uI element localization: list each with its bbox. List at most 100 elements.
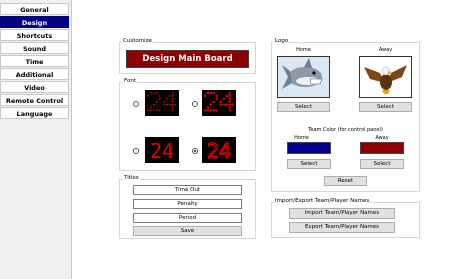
away-logo-select-button[interactable]: Select	[359, 102, 412, 112]
matrix-dot	[152, 92, 155, 94]
settings-sidebar: General Design Shortcuts Sound Time Addi…	[0, 0, 71, 279]
titles-group-label: Titles	[123, 175, 140, 181]
matrix-dot	[166, 103, 168, 106]
matrix-dot	[222, 97, 226, 101]
matrix-dot	[206, 106, 210, 109]
content-divider	[71, 0, 72, 279]
home-color-select-button[interactable]: Select	[287, 159, 331, 169]
sidebar-item-time[interactable]: Time	[0, 55, 69, 67]
matrix-dot	[168, 103, 171, 106]
matrix-dot	[171, 92, 174, 94]
title-penalty-field[interactable]: Penalty	[133, 199, 242, 209]
matrix-dot	[209, 103, 213, 106]
matrix-dot	[166, 97, 168, 100]
digits-seven-segment-icon: 24	[150, 139, 174, 163]
matrix-dot	[228, 97, 231, 101]
home-team-color-swatch	[287, 142, 331, 154]
font-sample-dot-matrix-bold[interactable]	[202, 90, 236, 116]
matrix-dot	[152, 109, 155, 112]
matrix-dot	[150, 109, 152, 112]
matrix-dot	[163, 103, 165, 106]
matrix-dot	[219, 103, 223, 106]
font-option-3-radio[interactable]	[133, 148, 139, 154]
team-color-away-label: Away	[375, 135, 389, 141]
sidebar-item-language[interactable]: Language	[0, 107, 69, 119]
font-sample-seven-segment-hollow[interactable]: 24	[202, 137, 236, 163]
matrix-dot	[155, 109, 158, 112]
logo-home-label: Home	[296, 47, 311, 53]
svg-text:24: 24	[207, 139, 231, 163]
matrix-dot	[150, 106, 152, 109]
matrix-dot	[228, 94, 231, 98]
matrix-dot	[158, 109, 161, 112]
matrix-dot	[212, 91, 215, 95]
matrix-dot	[168, 95, 171, 97]
matrix-dot	[158, 95, 161, 97]
matrix-dot	[163, 100, 165, 103]
matrix-dot	[155, 92, 158, 94]
matrix-dot	[231, 103, 234, 106]
matrix-dot	[158, 97, 161, 100]
title-timeout-field[interactable]: Time Out	[133, 185, 242, 195]
eagle-mascot-icon	[360, 57, 411, 97]
team-color-label: Team Color (for control panel)	[308, 127, 383, 133]
shark-mascot-icon	[278, 57, 329, 97]
matrix-dot	[212, 100, 215, 103]
matrix-dot	[225, 94, 229, 98]
matrix-dot	[203, 109, 207, 112]
title-period-field[interactable]: Period	[133, 213, 242, 223]
logo-group-label: Logo	[274, 38, 290, 44]
matrix-dot	[171, 106, 174, 109]
home-logo-image	[277, 56, 330, 98]
matrix-dot	[228, 100, 231, 103]
matrix-dot	[215, 94, 218, 98]
customize-group-label: Customize	[122, 38, 153, 44]
team-color-home-label: Home	[294, 135, 309, 141]
matrix-dot	[206, 109, 210, 112]
sidebar-item-remote-control[interactable]: Remote Control	[0, 94, 69, 106]
matrix-dot	[171, 103, 174, 106]
matrix-dot	[228, 91, 231, 95]
team-color-reset-button[interactable]: Reset	[324, 176, 367, 186]
matrix-dot	[171, 100, 174, 103]
matrix-dot	[215, 109, 218, 112]
matrix-dot	[150, 92, 152, 94]
sidebar-item-design[interactable]: Design	[0, 16, 69, 28]
matrix-dot	[171, 97, 174, 100]
font-group-label: Font	[123, 78, 137, 84]
titles-save-button[interactable]: Save	[133, 226, 242, 236]
font-sample-dot-matrix[interactable]	[145, 90, 179, 116]
away-color-select-button[interactable]: Select	[360, 159, 404, 169]
matrix-dot	[219, 100, 223, 103]
away-logo-image	[359, 56, 412, 98]
sidebar-item-additional-screens[interactable]: Additional Screens	[0, 68, 69, 91]
matrix-dot	[206, 91, 210, 95]
digits-dot-matrix-icon	[147, 92, 177, 112]
sidebar-item-sound[interactable]: Sound	[0, 42, 69, 54]
matrix-dot	[225, 103, 229, 106]
matrix-dot	[222, 103, 226, 106]
logo-away-label: Away	[378, 47, 393, 53]
matrix-dot	[147, 95, 149, 97]
matrix-dot	[228, 103, 231, 106]
digits-seven-segment-hollow-icon: 24	[206, 138, 231, 163]
matrix-dot	[212, 109, 215, 112]
design-main-board-button[interactable]: Design Main Board	[126, 50, 249, 68]
font-sample-seven-segment[interactable]: 24	[145, 137, 179, 163]
matrix-dot	[209, 91, 213, 95]
home-logo-select-button[interactable]: Select	[277, 102, 330, 112]
export-names-button[interactable]: Export Team/Player Names	[289, 222, 395, 233]
import-names-button[interactable]: Import Team/Player Names	[289, 208, 395, 219]
matrix-dot	[171, 109, 174, 112]
font-option-1-radio[interactable]	[133, 101, 139, 107]
svg-text:24: 24	[150, 139, 174, 163]
matrix-dot	[174, 103, 177, 106]
sidebar-item-general[interactable]: General	[0, 3, 69, 15]
font-option-4-radio[interactable]	[192, 148, 198, 154]
import-export-group-label: Import/Export Team/Player Names	[274, 198, 371, 204]
digits-dot-matrix-bold-icon	[203, 91, 234, 112]
sidebar-item-video[interactable]: Video	[0, 81, 69, 93]
matrix-dot	[209, 109, 213, 112]
sidebar-item-shortcuts[interactable]: Shortcuts	[0, 29, 69, 41]
font-option-2-radio[interactable]	[192, 101, 198, 107]
